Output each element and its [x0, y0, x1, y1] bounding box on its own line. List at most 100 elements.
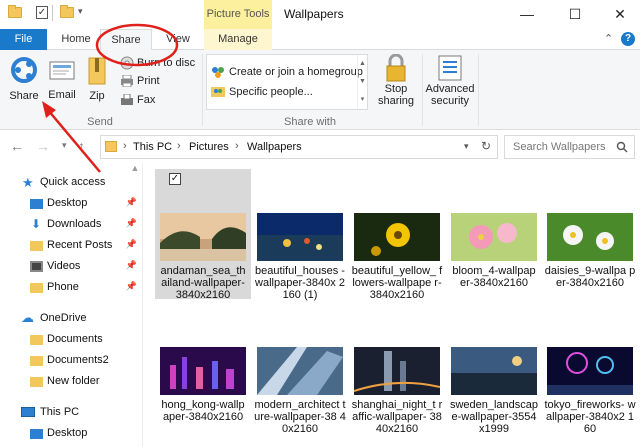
nav-this-pc[interactable]: This PC [0, 402, 143, 423]
nav-recent-posts[interactable]: Recent Posts 📌 [0, 235, 143, 256]
tab-share[interactable]: Share [100, 29, 152, 51]
people-icon [210, 85, 226, 99]
nav-videos[interactable]: Videos 📌 [0, 256, 143, 277]
cloud-icon: ☁ [21, 310, 34, 325]
print-button[interactable]: Print [120, 75, 160, 88]
file-item[interactable]: bloom_4-wallpap er-3840x2160 [446, 169, 542, 299]
burn-to-disc-button[interactable]: Burn to disc [120, 56, 195, 70]
email-button[interactable]: Email [46, 54, 78, 106]
zip-label: Zip [89, 90, 105, 102]
select-checkbox[interactable]: ✓ [169, 173, 181, 185]
nav-documents2[interactable]: Documents2 [0, 350, 143, 371]
thumbnail-tokyo-fireworks [547, 347, 633, 395]
pin-icon[interactable]: 📌 [126, 197, 137, 208]
fax-label: Fax [137, 94, 156, 106]
zip-button[interactable]: Zip [84, 54, 110, 106]
share-button[interactable]: Share [6, 54, 42, 106]
folder-icon [105, 141, 117, 152]
padlock-icon [386, 54, 406, 82]
back-icon[interactable]: ← [10, 138, 24, 154]
stop-sharing-button[interactable]: Stop sharing [374, 54, 418, 114]
file-name: sweden_landscap e-wallpaper-3554 x1999 [449, 399, 539, 435]
thumbnail-modern-architecture [257, 347, 343, 395]
specific-people-item[interactable]: Specific people... [210, 85, 313, 99]
new-folder-icon[interactable] [60, 5, 74, 18]
pin-icon[interactable]: 📌 [126, 218, 137, 229]
file-name: shanghai_night_t raffic-wallpaper- 3840x… [351, 399, 443, 435]
advanced-security-button[interactable]: Advanced security [424, 54, 476, 114]
file-name: beautiful_yellow_ flowers-wallpape r-384… [351, 265, 443, 301]
thumbnail-yellow-flowers [354, 213, 440, 261]
nav-desktop[interactable]: Desktop 📌 [0, 193, 143, 214]
breadcrumb-pictures[interactable]: Pictures [189, 141, 229, 153]
disc-icon [120, 56, 134, 70]
fax-button[interactable]: Fax [120, 94, 155, 106]
group-separator [478, 54, 479, 126]
pin-icon[interactable]: 📌 [126, 281, 137, 292]
nav-phone[interactable]: Phone 📌 [0, 277, 143, 298]
tab-file[interactable]: File [0, 29, 47, 50]
breadcrumb-wallpapers[interactable]: Wallpapers [247, 141, 302, 153]
recent-locations-icon[interactable]: ▾ [62, 140, 67, 151]
file-name: bloom_4-wallpap er-3840x2160 [452, 265, 536, 289]
file-item[interactable]: beautiful_houses -wallpaper-3840x 2160 (… [252, 169, 348, 301]
file-item[interactable]: ✓ andaman_sea_th ailand-wallpaper- 3840x… [155, 169, 251, 301]
nav-new-folder[interactable]: New folder [0, 371, 143, 392]
nav-documents[interactable]: Documents [0, 329, 143, 350]
minimize-button[interactable]: — [504, 0, 550, 29]
star-icon: ★ [22, 175, 34, 190]
burn-label: Burn to disc [137, 56, 196, 69]
file-item[interactable]: sweden_landscap e-wallpaper-3554 x1999 [446, 303, 542, 435]
thumbnail-hong-kong [160, 347, 246, 395]
navigation-row: ← → ▾ ↑ › This PC › Pictures › Wallpaper… [0, 131, 640, 163]
maximize-button[interactable]: ☐ [552, 0, 598, 29]
refresh-icon[interactable]: ↻ [481, 139, 491, 153]
nav-quick-access[interactable]: ★ Quick access [0, 172, 143, 193]
search-input[interactable]: Search Wallpapers [504, 135, 635, 159]
close-button[interactable]: ✕ [597, 0, 640, 29]
desktop-icon [30, 199, 43, 209]
tab-view[interactable]: View [156, 29, 200, 50]
folder-icon[interactable] [8, 5, 22, 18]
nav-downloads[interactable]: ⬇ Downloads 📌 [0, 214, 143, 235]
file-item[interactable]: modern_architect ture-wallpaper-38 40x21… [252, 303, 348, 435]
nav-onedrive[interactable]: ☁ OneDrive [0, 308, 143, 329]
homegroup-item[interactable]: Create or join a homegroup [210, 65, 363, 79]
file-item[interactable]: tokyo_fireworks- wallpaper-3840x2 160 [542, 303, 638, 435]
nav-label: Documents2 [47, 354, 109, 366]
address-dropdown-icon[interactable]: ▾ [464, 141, 469, 152]
share-with-group-label: Share with [284, 116, 336, 128]
forward-icon[interactable]: → [36, 138, 50, 154]
file-name: daisies_9-wallpa per-3840x2160 [544, 265, 636, 289]
nav-label: Downloads [47, 218, 102, 230]
breadcrumb-this-pc[interactable]: This PC [133, 141, 172, 153]
ribbon-body: Share Email Zip Burn to disc Print Fax S… [0, 50, 640, 130]
file-item[interactable]: shanghai_night_t raffic-wallpaper- 3840x… [349, 303, 445, 435]
search-icon[interactable] [616, 141, 628, 153]
share-with-list: Create or join a homegroup Specific peop… [206, 54, 368, 110]
thumbnail-beautiful-houses [257, 213, 343, 261]
tab-home[interactable]: Home [54, 29, 98, 50]
pin-icon[interactable]: 📌 [126, 260, 137, 271]
list-scroll-arrows[interactable]: ▲ ▼ ▾ [357, 55, 367, 109]
qat-dropdown-icon[interactable]: ▾ [78, 6, 83, 17]
file-item[interactable]: hong_kong-wallp aper-3840x2160 [155, 303, 251, 433]
help-icon[interactable]: ? [621, 32, 635, 46]
group-separator [422, 54, 423, 126]
up-icon[interactable]: ↑ [78, 138, 85, 154]
address-bar[interactable]: › This PC › Pictures › Wallpapers ▾ ↻ [100, 135, 498, 159]
send-group-label: Send [87, 116, 113, 128]
file-item[interactable]: beautiful_yellow_ flowers-wallpape r-384… [349, 169, 445, 301]
desktop-icon [30, 429, 43, 439]
window-title: Wallpapers [284, 7, 344, 21]
properties-icon[interactable]: ✓ [36, 6, 48, 19]
pin-icon[interactable]: 📌 [126, 239, 137, 250]
advanced-security-label: Advanced security [425, 83, 475, 107]
file-name: modern_architect ture-wallpaper-38 40x21… [254, 399, 346, 435]
nav-this-pc-desktop[interactable]: Desktop [0, 423, 143, 444]
tab-manage[interactable]: Manage [210, 29, 266, 50]
collapse-ribbon-icon[interactable]: ⌃ [604, 32, 613, 45]
file-item[interactable]: daisies_9-wallpa per-3840x2160 [542, 169, 638, 299]
printer-icon [120, 75, 134, 88]
thumbnail-shanghai-night [354, 347, 440, 395]
